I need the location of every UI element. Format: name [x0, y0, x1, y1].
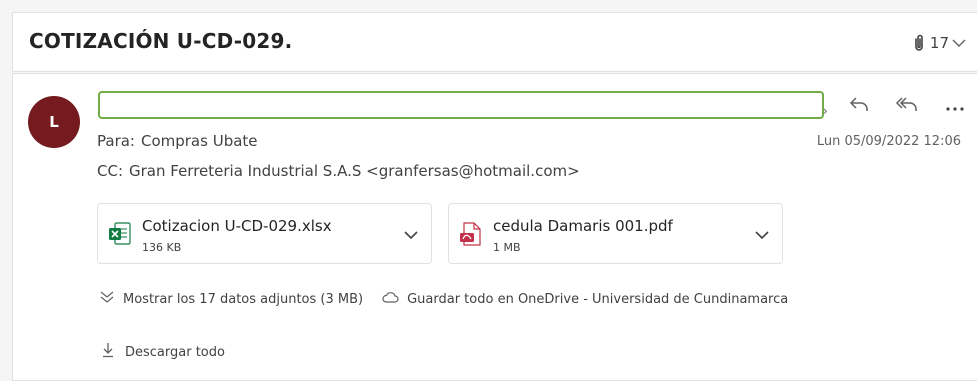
attachment-size: 136 KB: [142, 241, 182, 254]
download-all-link[interactable]: Descargar todo: [101, 342, 225, 362]
save-onedrive-label: Guardar todo en OneDrive - Universidad d…: [407, 291, 789, 307]
avatar-initial: L: [49, 113, 59, 131]
message-card: L › Para: Compras Ubate Lun 05/09/2022 1…: [12, 73, 977, 381]
cc-label: CC:: [97, 162, 124, 180]
to-line: Para: Compras Ubate: [97, 132, 258, 150]
chevron-down-icon[interactable]: [754, 226, 770, 245]
sender-highlight-box[interactable]: [98, 91, 824, 119]
show-all-label: Mostrar los 17 datos adjuntos (3 MB): [123, 291, 364, 307]
cloud-icon: [381, 291, 407, 307]
show-all-attachments-link[interactable]: Mostrar los 17 datos adjuntos (3 MB): [99, 290, 363, 308]
pdf-file-icon: [459, 221, 483, 251]
reply-all-icon: [895, 95, 919, 117]
attachment-links: Mostrar los 17 datos adjuntos (3 MB) Gua…: [99, 290, 806, 308]
to-recipient[interactable]: Compras Ubate: [141, 132, 258, 150]
attachment-name: cedula Damaris 001.pdf: [493, 217, 673, 235]
reply-icon: [848, 95, 870, 117]
attachment-name: Cotizacion U-CD-029.xlsx: [142, 217, 332, 235]
subject-header: COTIZACIÓN U-CD-029. 17: [12, 12, 977, 72]
download-icon: [101, 342, 125, 362]
save-onedrive-link[interactable]: Guardar todo en OneDrive - Universidad d…: [381, 291, 788, 307]
chevron-down-icon: [951, 37, 967, 49]
attachment-size: 1 MB: [493, 241, 521, 254]
attachment-card-pdf[interactable]: cedula Damaris 001.pdf 1 MB: [448, 203, 783, 264]
reply-all-button[interactable]: [893, 94, 921, 118]
message-actions: [845, 94, 969, 118]
chevron-down-icon[interactable]: [403, 226, 419, 245]
message-date: Lun 05/09/2022 12:06: [816, 134, 961, 149]
sender-avatar[interactable]: L: [28, 96, 80, 148]
more-actions-button[interactable]: [941, 94, 969, 118]
attachment-count: 17: [929, 34, 949, 52]
to-label: Para:: [97, 132, 135, 150]
double-chevron-down-icon: [99, 290, 123, 308]
cc-recipient[interactable]: Gran Ferreteria Industrial S.A.S <granfe…: [129, 162, 580, 180]
sender-overflow-mark: ›: [823, 104, 828, 118]
excel-file-icon: [108, 221, 132, 251]
download-all-label: Descargar todo: [125, 344, 225, 360]
more-icon: [945, 97, 965, 116]
email-subject: COTIZACIÓN U-CD-029.: [29, 29, 293, 53]
attachment-card-xlsx[interactable]: Cotizacion U-CD-029.xlsx 136 KB: [97, 203, 432, 264]
attachment-count-button[interactable]: 17: [912, 33, 967, 53]
reply-button[interactable]: [845, 94, 873, 118]
paperclip-icon: [912, 33, 926, 53]
cc-line: CC: Gran Ferreteria Industrial S.A.S <gra…: [97, 162, 580, 180]
